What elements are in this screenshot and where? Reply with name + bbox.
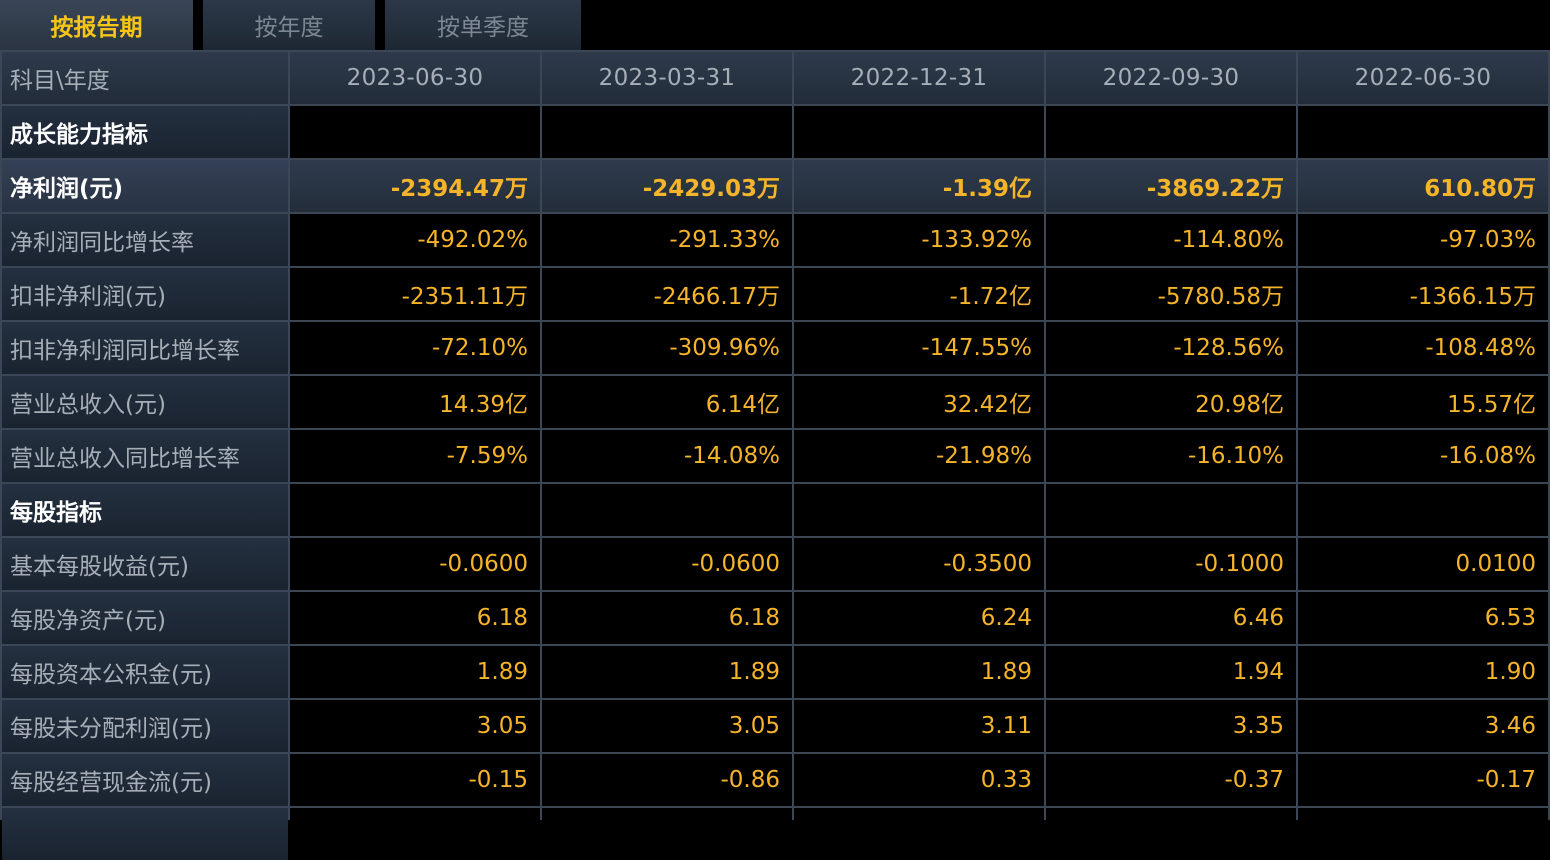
tab-by-quarter[interactable]: 按单季度	[385, 0, 581, 50]
table-cell: -2394.47万	[290, 160, 540, 212]
table-cell: 1.89	[794, 646, 1044, 698]
table-cell: 3.46	[1298, 700, 1548, 752]
table-cell: -16.10%	[1046, 430, 1296, 482]
table-cell: -97.03%	[1298, 214, 1548, 266]
row-label: 每股净资产(元)	[2, 592, 288, 644]
table-cell: -291.33%	[542, 214, 792, 266]
row-label: 营业总收入同比增长率	[2, 430, 288, 482]
table-cell: -3869.22万	[1046, 160, 1296, 212]
table-row-partial	[2, 808, 288, 860]
table-row-partial	[1298, 808, 1548, 860]
table-cell: 1.90	[1298, 646, 1548, 698]
row-label: 每股资本公积金(元)	[2, 646, 288, 698]
table-cell: -0.37	[1046, 754, 1296, 806]
table-cell: 15.57亿	[1298, 376, 1548, 428]
row-label: 净利润同比增长率	[2, 214, 288, 266]
period-header[interactable]: 2023-03-31	[542, 52, 792, 104]
table-cell: 3.35	[1046, 700, 1296, 752]
table-cell: -0.15	[290, 754, 540, 806]
period-header[interactable]: 2022-09-30	[1046, 52, 1296, 104]
table-cell: -0.1000	[1046, 538, 1296, 590]
table-cell: 6.53	[1298, 592, 1548, 644]
table-cell: 1.89	[542, 646, 792, 698]
table-cell: -1.39亿	[794, 160, 1044, 212]
section-header: 每股指标	[2, 484, 288, 536]
section-empty-cell	[290, 106, 540, 158]
table-cell: -0.0600	[542, 538, 792, 590]
row-label: 扣非净利润(元)	[2, 268, 288, 320]
table-cell: 20.98亿	[1046, 376, 1296, 428]
period-header[interactable]: 2023-06-30	[290, 52, 540, 104]
table-cell: 6.24	[794, 592, 1044, 644]
table-row-partial	[794, 808, 1044, 860]
table-corner-header: 科目\年度	[2, 52, 288, 104]
table-cell: -0.17	[1298, 754, 1548, 806]
table-cell: -2351.11万	[290, 268, 540, 320]
table-row-partial	[542, 808, 792, 860]
section-header: 成长能力指标	[2, 106, 288, 158]
period-header[interactable]: 2022-12-31	[794, 52, 1044, 104]
table-cell: -133.92%	[794, 214, 1044, 266]
table-cell: -108.48%	[1298, 322, 1548, 374]
table-cell: -492.02%	[290, 214, 540, 266]
section-empty-cell	[542, 484, 792, 536]
tab-by-year[interactable]: 按年度	[203, 0, 375, 50]
period-header[interactable]: 2022-06-30	[1298, 52, 1548, 104]
section-empty-cell	[1046, 484, 1296, 536]
row-label: 每股未分配利润(元)	[2, 700, 288, 752]
table-cell: -5780.58万	[1046, 268, 1296, 320]
table-cell: 0.33	[794, 754, 1044, 806]
row-label: 基本每股收益(元)	[2, 538, 288, 590]
table-cell: -147.55%	[794, 322, 1044, 374]
table-row-partial	[1046, 808, 1296, 860]
table-cell: -14.08%	[542, 430, 792, 482]
section-empty-cell	[1298, 484, 1548, 536]
row-label: 净利润(元)	[2, 160, 288, 212]
section-empty-cell	[1046, 106, 1296, 158]
table-cell: -0.0600	[290, 538, 540, 590]
table-cell: 3.05	[542, 700, 792, 752]
row-label: 扣非净利润同比增长率	[2, 322, 288, 374]
table-cell: 0.0100	[1298, 538, 1548, 590]
table-cell: -21.98%	[794, 430, 1044, 482]
section-empty-cell	[290, 484, 540, 536]
table-cell: -1366.15万	[1298, 268, 1548, 320]
table-cell: -0.86	[542, 754, 792, 806]
tab-by-report-period[interactable]: 按报告期	[0, 0, 193, 50]
row-label: 营业总收入(元)	[2, 376, 288, 428]
table-cell: 3.05	[290, 700, 540, 752]
table-cell: -1.72亿	[794, 268, 1044, 320]
table-cell: -7.59%	[290, 430, 540, 482]
table-cell: -114.80%	[1046, 214, 1296, 266]
table-cell: -309.96%	[542, 322, 792, 374]
table-cell: 3.11	[794, 700, 1044, 752]
section-empty-cell	[1298, 106, 1548, 158]
section-empty-cell	[794, 484, 1044, 536]
financial-indicators-table: 科目\年度 2023-06-30 2023-03-31 2022-12-31 2…	[0, 50, 1550, 860]
table-cell: -2429.03万	[542, 160, 792, 212]
table-cell: 6.14亿	[542, 376, 792, 428]
table-row-partial	[290, 808, 540, 860]
table-cell: -16.08%	[1298, 430, 1548, 482]
report-period-tabbar: 按报告期 按年度 按单季度	[0, 0, 1550, 50]
table-cell: -128.56%	[1046, 322, 1296, 374]
row-label: 每股经营现金流(元)	[2, 754, 288, 806]
table-cell: 6.46	[1046, 592, 1296, 644]
table-cell: 1.89	[290, 646, 540, 698]
table-cell: -72.10%	[290, 322, 540, 374]
section-empty-cell	[794, 106, 1044, 158]
table-cell: 610.80万	[1298, 160, 1548, 212]
table-cell: 14.39亿	[290, 376, 540, 428]
table-cell: 6.18	[290, 592, 540, 644]
table-cell: 1.94	[1046, 646, 1296, 698]
section-empty-cell	[542, 106, 792, 158]
table-cell: 6.18	[542, 592, 792, 644]
table-cell: 32.42亿	[794, 376, 1044, 428]
table-cell: -2466.17万	[542, 268, 792, 320]
table-cell: -0.3500	[794, 538, 1044, 590]
